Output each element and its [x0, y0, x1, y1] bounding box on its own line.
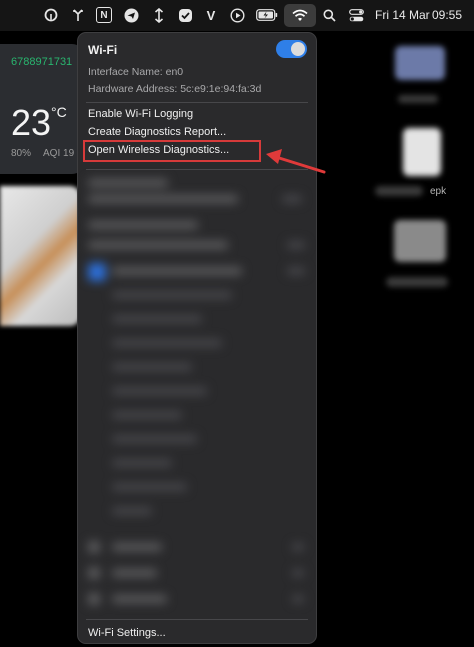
blurred-widget: [0, 186, 80, 326]
menu-bar: N V Fri 14 Mar 09:55: [0, 0, 474, 31]
redacted-row: [282, 195, 302, 203]
hardware-address: Hardware Address: 5c:e9:1e:94:fa:3d: [88, 83, 262, 95]
redacted-row: [112, 543, 162, 551]
desktop-file-label-fragment: epk: [430, 186, 447, 197]
wifi-icon[interactable]: [292, 7, 308, 23]
redacted-row: [112, 387, 207, 395]
redacted-row: [112, 507, 152, 515]
send-icon[interactable]: [123, 7, 139, 23]
redacted-row: [112, 315, 202, 323]
weather-id: 6788971731: [11, 56, 73, 68]
redacted-row: [292, 543, 304, 551]
document-icon[interactable]: [403, 128, 441, 176]
redacted-row: [112, 569, 157, 577]
wifi-toggle-knob: [291, 42, 305, 56]
menu-separator: [86, 102, 308, 103]
wifi-menu-title: Wi-Fi: [88, 43, 118, 57]
wifi-menu-panel: Wi-Fi Interface Name: en0 Hardware Addre…: [77, 32, 317, 644]
vpn-icon[interactable]: V: [203, 7, 219, 23]
control-center-icon[interactable]: [348, 7, 364, 23]
interface-name: Interface Name: en0: [88, 66, 184, 78]
redacted-row: [112, 483, 187, 491]
weather-aqi: AQI 19: [43, 148, 75, 159]
weather-unit: °C: [51, 104, 67, 120]
redacted-row: [292, 595, 304, 603]
redacted-row: [112, 411, 182, 419]
redacted-row: [112, 435, 197, 443]
redacted-row: [112, 267, 242, 275]
redacted-row: [88, 541, 100, 553]
create-diagnostics-report-item[interactable]: Create Diagnostics Report...: [88, 126, 226, 138]
notion-icon[interactable]: N: [96, 7, 112, 23]
fork-icon[interactable]: [70, 7, 86, 23]
redacted-row: [88, 241, 228, 249]
redacted-row: [112, 291, 232, 299]
arrows-vertical-icon[interactable]: [151, 7, 167, 23]
redacted-row: [88, 567, 100, 579]
search-icon[interactable]: [321, 7, 337, 23]
desktop-file-label: [386, 277, 448, 287]
menubar-time[interactable]: 09:55: [432, 8, 462, 22]
redacted-network-icon: [88, 263, 106, 281]
annotation-arrow-icon: [266, 149, 326, 174]
redacted-row: [88, 179, 168, 187]
redacted-row: [112, 339, 222, 347]
desktop-file-icon[interactable]: [395, 46, 445, 80]
redacted-network-list: [82, 175, 312, 615]
redacted-row: [287, 241, 305, 249]
image-file-icon[interactable]: [394, 220, 446, 262]
weather-widget[interactable]: 6788971731 23 °C 80% AQI 19: [0, 44, 84, 174]
redacted-row: [287, 267, 305, 275]
play-icon[interactable]: [229, 7, 245, 23]
redacted-row: [112, 363, 192, 371]
app-logo-icon[interactable]: [43, 7, 59, 23]
redacted-row: [112, 595, 167, 603]
weather-temperature: 23: [11, 102, 52, 143]
redacted-row: [88, 195, 238, 203]
redacted-row: [292, 569, 304, 577]
check-badge-icon[interactable]: [177, 7, 193, 23]
enable-wifi-logging-item[interactable]: Enable Wi-Fi Logging: [88, 108, 193, 120]
wifi-toggle[interactable]: [276, 40, 307, 58]
redacted-row: [88, 221, 198, 229]
desktop-file-label: [398, 95, 438, 103]
menu-separator: [86, 619, 308, 620]
desktop-file-label: [375, 186, 423, 196]
redacted-row: [88, 593, 100, 605]
wifi-settings-item[interactable]: Wi-Fi Settings...: [88, 627, 166, 639]
battery-charging-icon[interactable]: [256, 7, 278, 23]
menubar-date[interactable]: Fri 14 Mar: [375, 8, 430, 22]
annotation-highlight-box: [83, 140, 261, 162]
weather-humidity: 80%: [11, 148, 32, 159]
redacted-row: [112, 459, 172, 467]
